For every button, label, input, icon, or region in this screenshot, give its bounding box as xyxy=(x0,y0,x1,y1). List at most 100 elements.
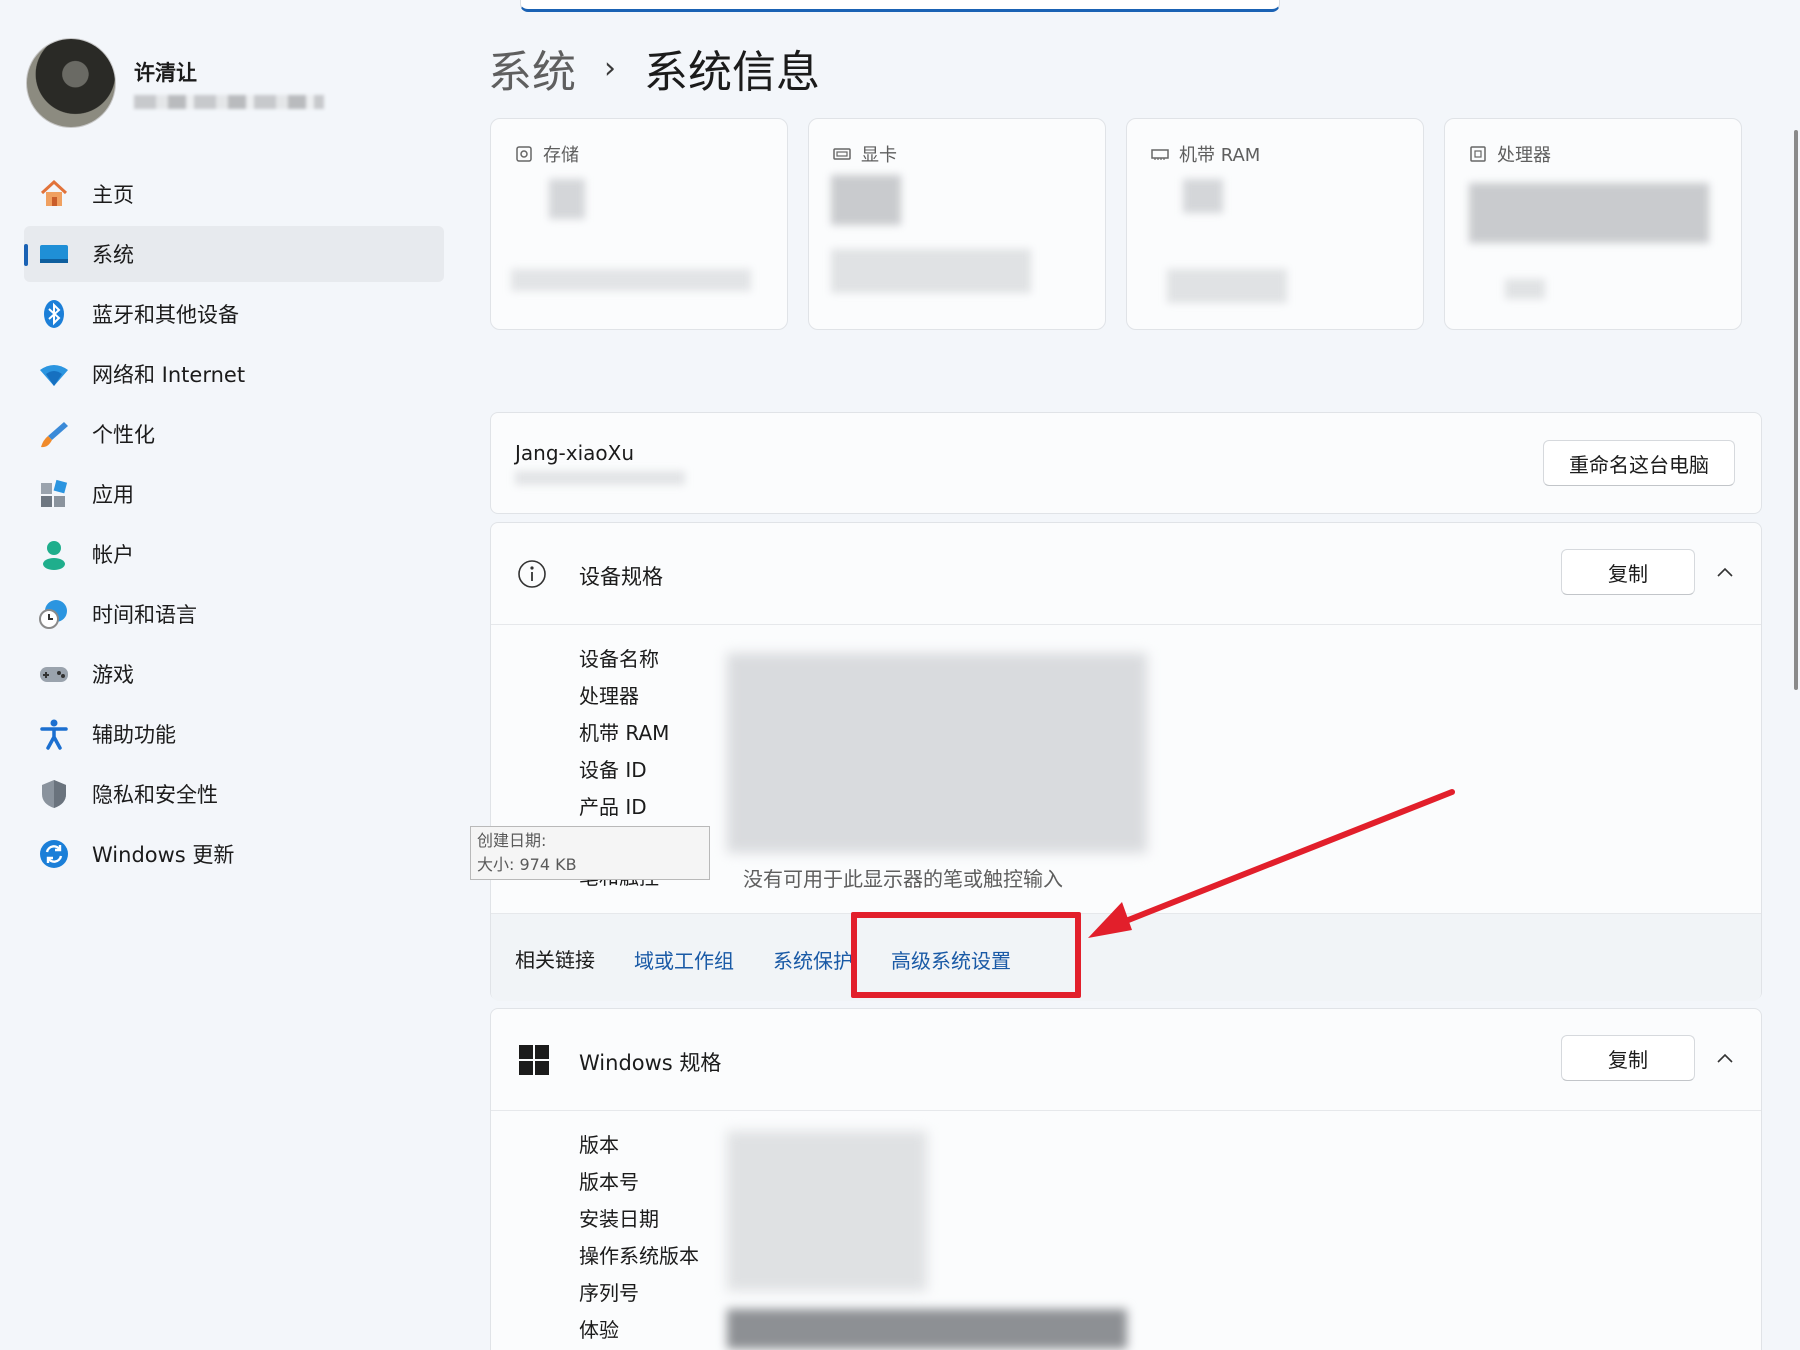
card-cpu[interactable]: 处理器 xyxy=(1444,118,1742,330)
system-protection-link[interactable]: 系统保护 xyxy=(773,945,851,974)
redacted-value xyxy=(515,471,685,485)
redacted-value xyxy=(727,1131,927,1291)
sidebar-item-label: 主页 xyxy=(92,183,134,207)
card-title: 显卡 xyxy=(861,145,897,166)
windows-specs-panel: Windows 规格 复制 版本 版本号 安装日期 操作系统版本 序列号 体验 xyxy=(490,1008,1762,1350)
annotation-highlight-box xyxy=(851,912,1081,998)
bluetooth-icon xyxy=(38,298,70,330)
sidebar-item-gaming[interactable]: 游戏 xyxy=(24,646,444,702)
windows-specs-header[interactable]: Windows 规格 复制 xyxy=(491,1009,1761,1111)
device-specs-header[interactable]: 设备规格 复制 xyxy=(491,523,1761,625)
sidebar: 许清让 主页 系统 蓝牙和其他设备 网络和 Internet 个性化 应用 帐户… xyxy=(0,0,460,1350)
device-specs-title: 设备规格 xyxy=(579,565,663,589)
tooltip-size: 大小: 974 KB xyxy=(477,855,577,874)
breadcrumb-parent[interactable]: 系统 xyxy=(488,36,576,100)
avatar[interactable] xyxy=(26,38,116,128)
related-links-label: 相关链接 xyxy=(515,948,595,972)
home-icon xyxy=(38,178,70,210)
pen-touch-value: 没有可用于此显示器的笔或触控输入 xyxy=(743,867,1063,891)
gpu-icon xyxy=(833,148,851,160)
computer-name: Jang-xiaoXu xyxy=(515,441,635,465)
search-box[interactable] xyxy=(520,0,1280,12)
brush-icon xyxy=(38,418,70,450)
sidebar-item-apps[interactable]: 应用 xyxy=(24,466,444,522)
sidebar-item-label: 时间和语言 xyxy=(92,603,197,627)
accessibility-icon xyxy=(38,718,70,750)
spec-label: 设备 ID xyxy=(579,758,647,782)
breadcrumb: 系统 › 系统信息 xyxy=(488,36,820,100)
windows-logo-icon xyxy=(519,1045,549,1075)
sidebar-item-label: Windows 更新 xyxy=(92,843,235,867)
redacted-value xyxy=(727,1309,1127,1349)
chevron-up-icon[interactable] xyxy=(1715,1049,1735,1069)
shield-icon xyxy=(38,778,70,810)
time-language-icon xyxy=(38,598,70,630)
card-storage[interactable]: 存储 xyxy=(490,118,788,330)
ram-icon xyxy=(1151,149,1169,160)
annotation-arrow xyxy=(1088,789,1455,938)
account-icon xyxy=(38,538,70,570)
apps-icon xyxy=(38,478,70,510)
windows-specs-rows: 版本 版本号 安装日期 操作系统版本 序列号 体验 xyxy=(579,1127,699,1349)
sidebar-item-label: 隐私和安全性 xyxy=(92,783,218,807)
sidebar-item-label: 应用 xyxy=(92,483,134,507)
spec-label: 安装日期 xyxy=(579,1207,659,1231)
sidebar-item-home[interactable]: 主页 xyxy=(24,166,444,222)
redacted-value xyxy=(831,175,901,225)
sidebar-item-accounts[interactable]: 帐户 xyxy=(24,526,444,582)
redacted-value xyxy=(1183,179,1223,213)
chevron-up-icon[interactable] xyxy=(1715,563,1735,583)
sidebar-item-bluetooth[interactable]: 蓝牙和其他设备 xyxy=(24,286,444,342)
device-specs-rows: 设备名称 处理器 机带 RAM 设备 ID 产品 ID xyxy=(579,641,669,826)
card-title: 存储 xyxy=(543,145,579,166)
sidebar-item-network[interactable]: 网络和 Internet xyxy=(24,346,444,402)
card-title: 机带 RAM xyxy=(1179,145,1261,166)
sidebar-item-privacy[interactable]: 隐私和安全性 xyxy=(24,766,444,822)
spec-label: 体验 xyxy=(579,1318,619,1342)
wifi-icon xyxy=(38,358,70,390)
sidebar-item-accessibility[interactable]: 辅助功能 xyxy=(24,706,444,762)
spec-label: 处理器 xyxy=(579,684,639,708)
sidebar-item-label: 游戏 xyxy=(92,663,134,687)
spec-label: 序列号 xyxy=(579,1281,639,1305)
sidebar-item-label: 蓝牙和其他设备 xyxy=(92,303,239,327)
gamepad-icon xyxy=(38,658,70,690)
copy-device-specs-button[interactable]: 复制 xyxy=(1561,549,1695,595)
sidebar-item-label: 网络和 Internet xyxy=(92,363,246,387)
sidebar-item-label: 辅助功能 xyxy=(92,723,176,747)
user-email-redacted xyxy=(134,95,324,109)
tooltip-created: 创建日期: xyxy=(477,831,547,850)
scrollbar[interactable] xyxy=(1794,130,1798,690)
rename-pc-button[interactable]: 重命名这台电脑 xyxy=(1543,440,1735,486)
sidebar-item-label: 系统 xyxy=(92,243,134,267)
card-title: 处理器 xyxy=(1497,145,1551,166)
user-profile[interactable]: 许清让 xyxy=(26,38,324,128)
redacted-value xyxy=(831,249,1031,293)
spec-label: 机带 RAM xyxy=(579,721,670,745)
file-tooltip: 创建日期: 大小: 974 KB xyxy=(470,826,710,880)
sidebar-item-personalization[interactable]: 个性化 xyxy=(24,406,444,462)
spec-label: 产品 ID xyxy=(579,795,647,819)
redacted-value xyxy=(1167,269,1287,303)
sidebar-item-label: 个性化 xyxy=(92,423,155,447)
info-icon xyxy=(518,560,546,588)
page-title: 系统信息 xyxy=(644,47,820,98)
card-gpu[interactable]: 显卡 xyxy=(808,118,1106,330)
spec-label: 版本号 xyxy=(579,1170,639,1194)
sidebar-item-system[interactable]: 系统 xyxy=(24,226,444,282)
update-icon xyxy=(38,838,70,870)
spec-label: 版本 xyxy=(579,1133,619,1157)
sidebar-item-windows-update[interactable]: Windows 更新 xyxy=(24,826,444,882)
card-ram[interactable]: 机带 RAM xyxy=(1126,118,1424,330)
spec-label: 操作系统版本 xyxy=(579,1244,699,1268)
system-icon xyxy=(38,238,70,270)
windows-specs-title: Windows 规格 xyxy=(579,1051,722,1075)
domain-workgroup-link[interactable]: 域或工作组 xyxy=(634,945,734,974)
sidebar-item-time-language[interactable]: 时间和语言 xyxy=(24,586,444,642)
redacted-value xyxy=(1469,183,1709,243)
cpu-icon xyxy=(1470,146,1486,162)
spec-label: 设备名称 xyxy=(579,647,659,671)
copy-windows-specs-button[interactable]: 复制 xyxy=(1561,1035,1695,1081)
storage-icon xyxy=(516,146,532,162)
computer-name-panel: Jang-xiaoXu 重命名这台电脑 xyxy=(490,412,1762,514)
